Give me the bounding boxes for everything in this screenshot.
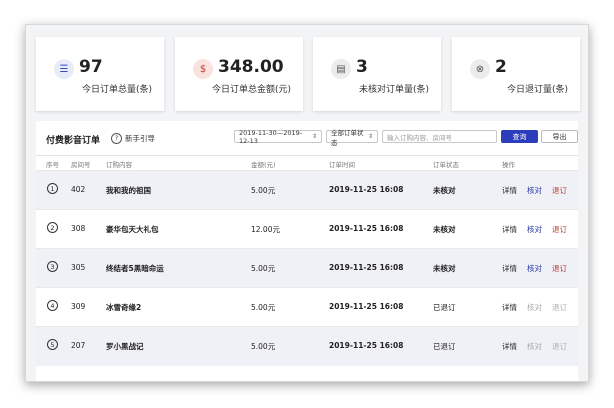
order-time: 2019-11-25 16:08: [329, 263, 404, 272]
order-amount: 5.00元: [251, 303, 276, 312]
detail-link[interactable]: 详情: [502, 224, 517, 235]
orders-panel: 付费影音订单 ? 新手引导 2019-11-30—2019-12-13 ⇕ 全部…: [36, 121, 578, 381]
room-number: 402: [71, 185, 86, 194]
stat-label: 今日订单总金额(元): [211, 85, 291, 95]
dollar-coin-icon: $: [193, 59, 213, 79]
search-placeholder: 输入订购内容、房间号: [387, 133, 452, 142]
search-input[interactable]: 输入订购内容、房间号: [382, 130, 497, 143]
detail-link[interactable]: 详情: [502, 185, 517, 196]
verify-link[interactable]: 核对: [527, 224, 542, 235]
table-row: 3 305 终结者5黑暗命运 5.00元 2019-11-25 16:08 未核对 详情 核对…: [36, 248, 578, 288]
list-icon: ☰: [54, 59, 74, 79]
stat-card: ▤ 3 未核对订单量(条): [313, 37, 441, 111]
status-select[interactable]: 全部订单状态 ⇕: [326, 129, 378, 147]
table-row: 4 309 冰雪奇缘2 5.00元 2019-11-25 16:08 已退订 详情 核对 退订: [36, 287, 578, 327]
refund-link[interactable]: 退订: [552, 224, 567, 235]
refund-link[interactable]: 退订: [552, 185, 567, 196]
table-row: 5 207 罗小黑战记 5.00元 2019-11-25 16:08 已退订 详情 核对 退订: [36, 326, 578, 366]
stat-card: ☰ 97 今日订单总量(条): [36, 37, 164, 111]
search-button[interactable]: 查询: [501, 130, 538, 143]
refund-link[interactable]: 退订: [552, 341, 567, 352]
order-content: 罗小黑战记: [106, 342, 144, 351]
date-range-value: 2019-11-30—2019-12-13: [239, 128, 303, 145]
order-status: 未核对: [433, 186, 456, 195]
order-status: 未核对: [433, 264, 456, 273]
table-row: 1 402 我和我的祖国 5.00元 2019-11-25 16:08 未核对 详情 核对 退订: [36, 170, 578, 210]
stat-label: 今日订单总量(条): [81, 85, 152, 95]
help-icon: ?: [111, 133, 122, 144]
col-amount: 金额(元): [251, 161, 276, 169]
row-index-badge: 1: [47, 183, 58, 194]
col-index: 序号: [46, 161, 59, 169]
col-content: 订购内容: [106, 161, 132, 169]
col-room: 房间号: [71, 161, 91, 169]
stat-value: 2: [495, 57, 507, 77]
app-window: ☰ 97 今日订单总量(条) $348.00 今日订单总金额(元) ▤ 3 未核对订单量(条)…: [25, 24, 589, 382]
verify-link[interactable]: 核对: [527, 185, 542, 196]
verify-link[interactable]: 核对: [527, 341, 542, 352]
document-check-icon: ▤: [331, 59, 351, 79]
order-amount: 5.00元: [251, 264, 276, 273]
panel-title: 付费影音订单: [46, 136, 101, 146]
stat-label: 今日退订量(条): [506, 85, 568, 95]
order-content: 豪华包天大礼包: [106, 225, 159, 234]
col-status: 订单状态: [433, 161, 459, 169]
order-time: 2019-11-25 16:08: [329, 341, 404, 350]
close-circle-icon: ⊗: [470, 59, 490, 79]
order-amount: 12.00元: [251, 225, 280, 234]
order-time: 2019-11-25 16:08: [329, 224, 404, 233]
order-time: 2019-11-25 16:08: [329, 302, 404, 311]
verify-link[interactable]: 核对: [527, 263, 542, 274]
room-number: 309: [71, 302, 86, 311]
guide-label: 新手引导: [125, 134, 155, 143]
order-status: 已退订: [433, 342, 456, 351]
stat-label: 未核对订单量(条): [358, 85, 429, 95]
col-time: 订单时间: [329, 161, 355, 169]
date-range-picker[interactable]: 2019-11-30—2019-12-13 ⇕: [234, 128, 322, 145]
col-action: 操作: [502, 161, 515, 169]
row-index-badge: 2: [47, 222, 58, 233]
detail-link[interactable]: 详情: [502, 302, 517, 313]
guide-link[interactable]: ? 新手引导: [111, 133, 155, 144]
order-content: 终结者5黑暗命运: [106, 264, 164, 273]
order-status: 已退订: [433, 303, 456, 312]
room-number: 305: [71, 263, 86, 272]
verify-link[interactable]: 核对: [527, 302, 542, 313]
detail-link[interactable]: 详情: [502, 341, 517, 352]
order-amount: 5.00元: [251, 186, 276, 195]
order-status: 未核对: [433, 225, 456, 234]
detail-link[interactable]: 详情: [502, 263, 517, 274]
stat-card: $348.00 今日订单总金额(元): [175, 37, 303, 111]
stat-value: 3: [356, 57, 368, 77]
row-index-badge: 4: [47, 300, 58, 311]
row-index-badge: 5: [47, 339, 58, 350]
refund-link[interactable]: 退订: [552, 263, 567, 274]
order-content: 我和我的祖国: [106, 186, 151, 195]
export-button[interactable]: 导出: [541, 130, 578, 143]
order-amount: 5.00元: [251, 342, 276, 351]
table-header: 序号 房间号 订购内容 金额(元) 订单时间 订单状态 操作: [36, 155, 578, 170]
dropdown-arrow-icon: ⇕: [311, 133, 317, 140]
order-content: 冰雪奇缘2: [106, 303, 142, 312]
row-index-badge: 3: [47, 261, 58, 272]
stat-value: 348.00: [218, 57, 284, 77]
table-row: 2 308 豪华包天大礼包 12.00元 2019-11-25 16:08 未核对 详情 核对…: [36, 209, 578, 249]
room-number: 207: [71, 341, 86, 350]
refund-link[interactable]: 退订: [552, 302, 567, 313]
status-select-value: 全部订单状态: [331, 128, 364, 147]
stat-card: ⊗ 2 今日退订量(条): [452, 37, 580, 111]
dropdown-arrow-icon: ⇕: [367, 133, 373, 140]
room-number: 308: [71, 224, 86, 233]
order-time: 2019-11-25 16:08: [329, 185, 404, 194]
stat-value: 97: [79, 57, 103, 77]
